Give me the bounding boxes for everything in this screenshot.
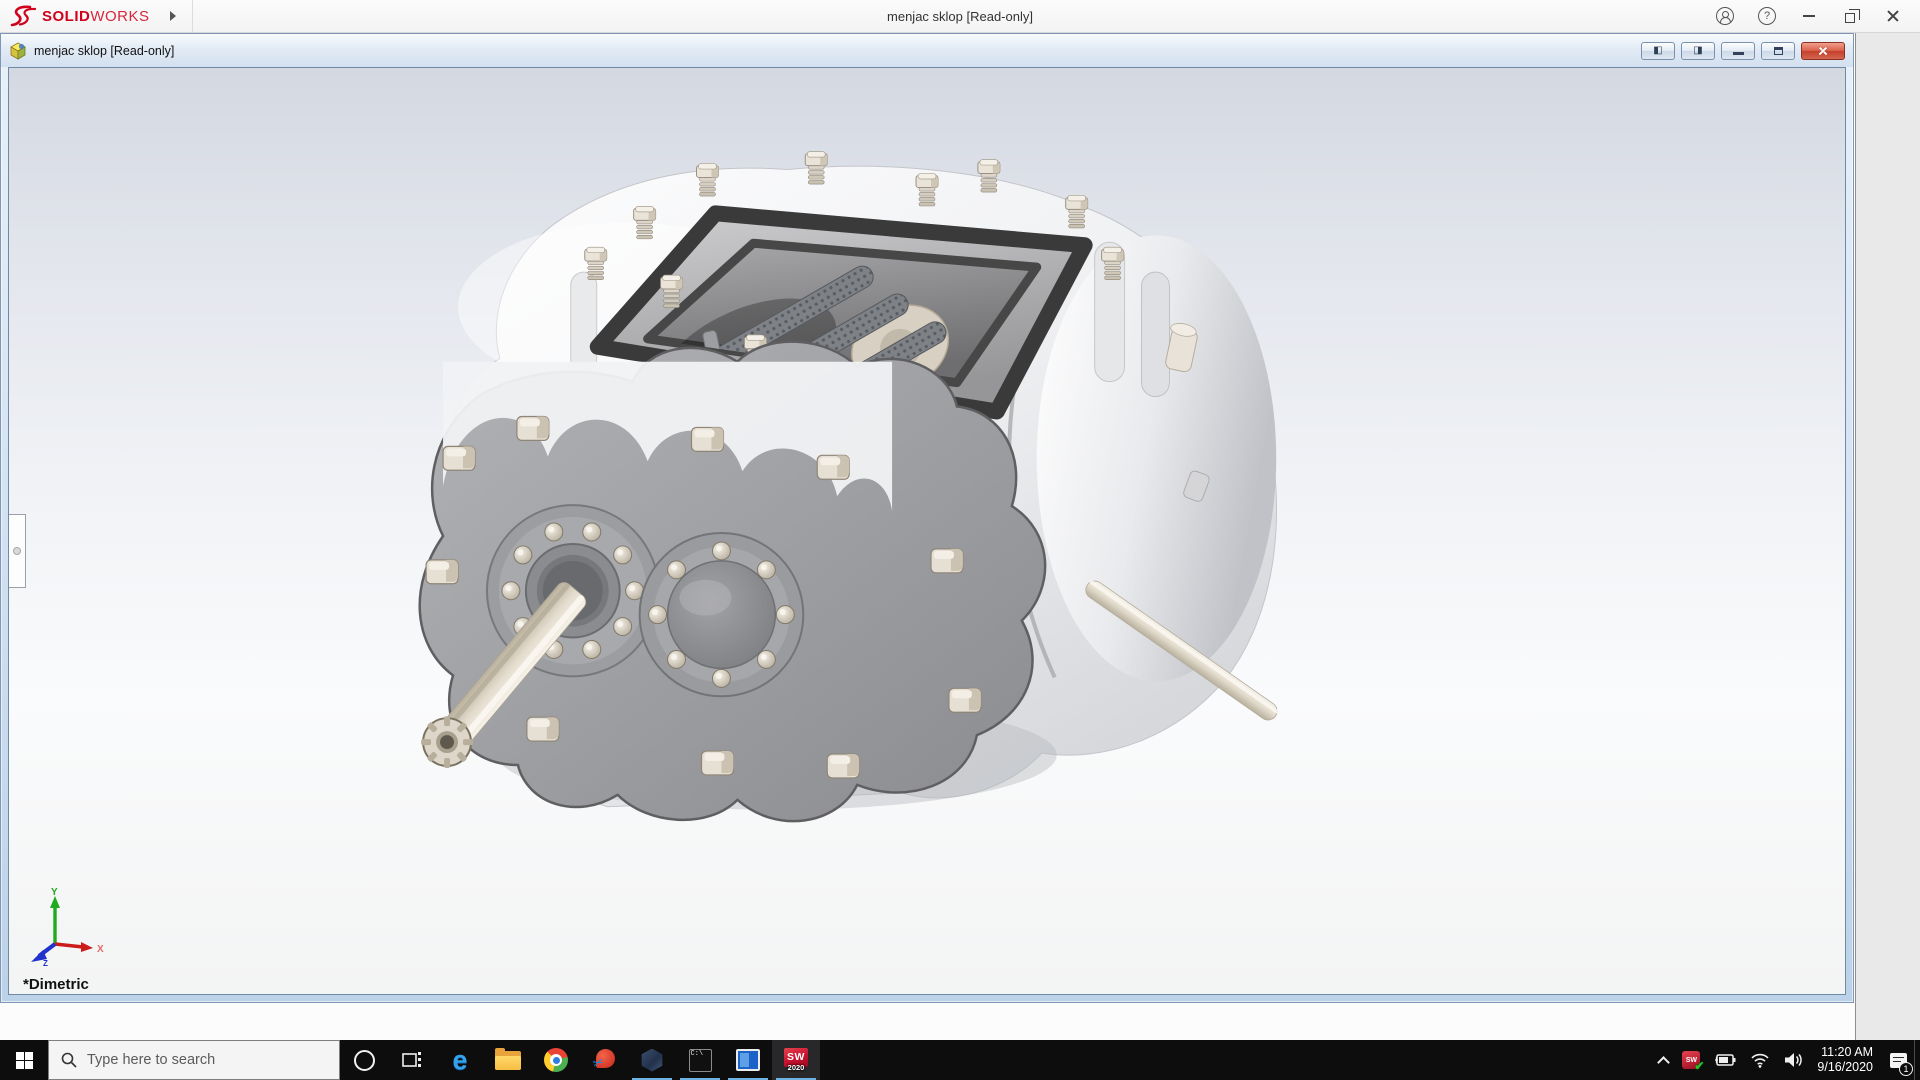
snipping-tool-icon: ✂ <box>591 1048 616 1072</box>
battery-tray-button[interactable] <box>1707 1040 1743 1080</box>
pane-left-toggle-button[interactable]: ◧ <box>1641 41 1675 60</box>
restore-icon <box>1844 8 1860 23</box>
check-icon: ✔ <box>1694 1059 1705 1073</box>
hidden-icons-button[interactable] <box>1652 1040 1675 1080</box>
chrome-icon <box>544 1048 568 1072</box>
taskbar-app-edge[interactable]: e <box>436 1040 484 1080</box>
windows-start-icon <box>15 1051 33 1069</box>
document-titlebar[interactable]: menjac sklop [Read-only] ◧ ◨ <box>1 34 1853 67</box>
taskbar-clock[interactable]: 11:20 AM 9/16/2020 <box>1811 1045 1883 1075</box>
windows-taskbar: e ✂ C:\ SW 2020 SW✔ <box>0 1040 1920 1080</box>
action-center-button[interactable]: 1 <box>1883 1040 1914 1080</box>
divider <box>191 0 193 32</box>
taskbar-app-command-prompt[interactable]: C:\ <box>676 1040 724 1080</box>
pane-right-toggle-icon: ◨ <box>1693 45 1703 56</box>
task-pane-gutter <box>1855 33 1920 1040</box>
show-desktop-button[interactable] <box>1914 1040 1920 1080</box>
help-button[interactable]: ? <box>1750 2 1784 30</box>
restore-icon <box>1773 46 1783 55</box>
solidworks-brand[interactable]: SOLIDWORKS <box>10 0 193 32</box>
task-view-icon <box>402 1052 421 1067</box>
movies-tv-icon <box>736 1049 760 1071</box>
triad-x-label: X <box>97 944 104 955</box>
volume-icon <box>1785 1053 1803 1067</box>
solidworks-wordmark: SOLIDWORKS <box>42 7 150 25</box>
wifi-icon <box>1751 1053 1769 1068</box>
input-shaft-splined-tip <box>421 716 473 768</box>
solidworks-2020-icon: SW 2020 <box>783 1047 809 1073</box>
document-window: menjac sklop [Read-only] ◧ ◨ Y X Z *Dime… <box>0 33 1854 1003</box>
minimize-icon <box>1732 52 1744 55</box>
doc-close-button[interactable] <box>1801 41 1845 60</box>
assembly-document-icon <box>10 42 26 60</box>
tray-date: 9/16/2020 <box>1817 1060 1873 1074</box>
status-bar <box>0 1003 1855 1040</box>
feature-tree-collapsed-tab[interactable] <box>9 514 26 588</box>
system-tray: SW ✔ 11:20 AM 9/16/2020 1 <box>1652 1040 1920 1080</box>
file-explorer-icon <box>495 1047 521 1070</box>
hexagon-app-icon <box>641 1048 663 1072</box>
account-icon <box>1716 7 1734 25</box>
volume-tray-button[interactable] <box>1777 1040 1811 1080</box>
solidworks-tray-status[interactable]: SW ✔ <box>1675 1040 1707 1080</box>
solidworks-swoosh-icon <box>10 5 36 27</box>
minimize-icon <box>1803 15 1815 17</box>
restore-button[interactable] <box>1834 2 1868 30</box>
taskbar-app-cortana[interactable] <box>340 1040 388 1080</box>
pane-left-toggle-icon: ◧ <box>1653 45 1663 56</box>
account-button[interactable] <box>1708 2 1742 30</box>
cortana-icon <box>353 1049 375 1071</box>
taskbar-app-snipping-tool[interactable]: ✂ <box>580 1040 628 1080</box>
minimize-button[interactable] <box>1792 2 1826 30</box>
graphics-viewport[interactable]: Y X Z *Dimetric <box>8 67 1846 995</box>
taskbar-app-chrome[interactable] <box>532 1040 580 1080</box>
edge-icon: e <box>452 1044 468 1075</box>
document-title: menjac sklop [Read-only] <box>34 43 175 58</box>
battery-icon <box>1715 1054 1736 1066</box>
doc-restore-button[interactable] <box>1761 41 1795 60</box>
app-title: menjac sklop [Read-only] <box>887 8 1033 24</box>
taskbar-search[interactable] <box>48 1040 340 1080</box>
close-button[interactable] <box>1876 2 1910 30</box>
panel-handle-icon <box>13 547 21 555</box>
brand-expand-arrow-icon[interactable] <box>169 11 176 21</box>
taskbar-app-movies-tv[interactable] <box>724 1040 772 1080</box>
tray-time: 11:20 AM <box>1821 1045 1873 1059</box>
chevron-up-icon <box>1657 1055 1671 1069</box>
gearbox-model[interactable] <box>9 68 1845 994</box>
command-prompt-icon: C:\ <box>688 1048 712 1072</box>
search-input[interactable] <box>87 1052 307 1068</box>
close-icon <box>1886 9 1900 23</box>
triad-y-label: Y <box>51 887 58 898</box>
triad-z-label: Z <box>43 959 48 968</box>
wifi-tray-button[interactable] <box>1743 1040 1777 1080</box>
pane-right-toggle-button[interactable]: ◨ <box>1681 41 1715 60</box>
doc-minimize-button[interactable] <box>1721 41 1755 60</box>
side-bearing-cover[interactable] <box>638 531 805 698</box>
help-icon: ? <box>1758 7 1776 25</box>
orientation-triad[interactable]: Y X Z <box>27 886 119 968</box>
search-icon <box>61 1052 77 1068</box>
notification-count-badge: 1 <box>1899 1062 1913 1076</box>
task-view-button[interactable] <box>388 1040 436 1080</box>
start-button[interactable] <box>0 1040 48 1080</box>
view-orientation-label: *Dimetric <box>23 976 89 993</box>
taskbar-app-solidworks[interactable]: SW 2020 <box>772 1040 820 1080</box>
taskbar-app-file-explorer[interactable] <box>484 1040 532 1080</box>
close-icon <box>1818 46 1828 56</box>
app-titlebar: SOLIDWORKS menjac sklop [Read-only] ? <box>0 0 1920 33</box>
solidworks-status-icon: SW ✔ <box>1682 1051 1704 1073</box>
taskbar-app-hexagon[interactable] <box>628 1040 676 1080</box>
